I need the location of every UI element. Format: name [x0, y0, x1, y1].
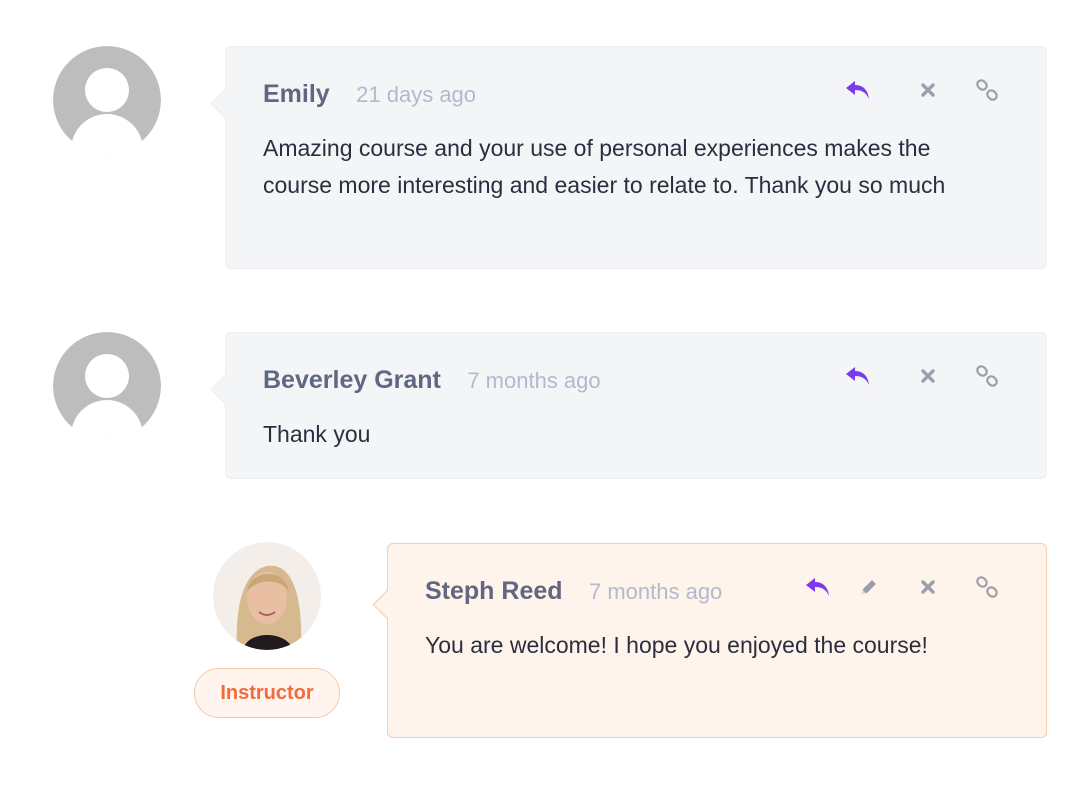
comment-time[interactable]: 7 months ago	[467, 368, 600, 393]
delete-button[interactable]	[911, 570, 945, 604]
link-icon	[976, 79, 998, 101]
comment-card: Emily 21 days ago Amazing course and you…	[225, 46, 1047, 269]
edit-button[interactable]	[852, 570, 886, 604]
comment-text: Amazing course and your use of personal …	[263, 135, 946, 198]
close-icon	[921, 580, 935, 594]
comment-avatar	[53, 46, 161, 154]
comment-text: Thank you	[263, 421, 371, 447]
reply-icon	[846, 367, 869, 385]
comment-time[interactable]: 21 days ago	[356, 82, 476, 107]
comment-card: Beverley Grant 7 months ago Thank you	[225, 332, 1047, 479]
comment-avatar	[53, 332, 161, 440]
copy-link-button[interactable]	[970, 73, 1004, 107]
reply-button[interactable]	[801, 570, 835, 604]
delete-button[interactable]	[911, 359, 945, 393]
instructor-badge: Instructor	[194, 668, 340, 718]
comment-author[interactable]: Steph Reed	[425, 577, 563, 605]
link-icon	[976, 365, 998, 387]
close-icon	[921, 369, 935, 383]
copy-link-button[interactable]	[970, 359, 1004, 393]
comment-author[interactable]: Emily	[263, 80, 330, 108]
instructor-avatar	[213, 542, 321, 650]
delete-button[interactable]	[911, 73, 945, 107]
comment-author[interactable]: Beverley Grant	[263, 366, 441, 394]
close-icon	[921, 83, 935, 97]
reply-button[interactable]	[841, 73, 875, 107]
pencil-icon	[862, 580, 876, 594]
comment-card: Steph Reed 7 months ago You are welcome!…	[387, 543, 1047, 738]
link-icon	[976, 576, 998, 598]
comment-text: You are welcome! I hope you enjoyed the …	[425, 632, 928, 658]
reply-icon	[806, 578, 829, 596]
copy-link-button[interactable]	[970, 570, 1004, 604]
reply-icon	[846, 81, 869, 99]
comment-time[interactable]: 7 months ago	[589, 579, 722, 604]
reply-button[interactable]	[841, 359, 875, 393]
